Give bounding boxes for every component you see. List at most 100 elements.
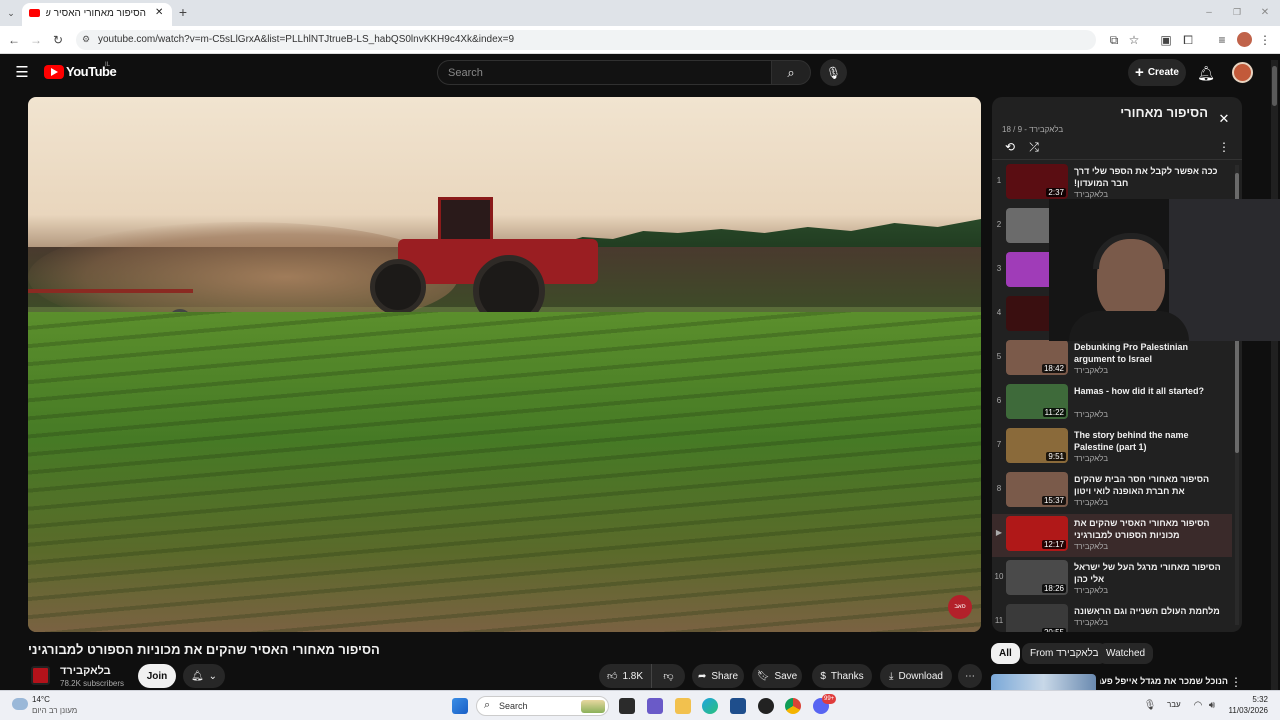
playlist-item-thumbnail[interactable]: 15:37 bbox=[1006, 472, 1068, 507]
store-icon[interactable] bbox=[730, 698, 746, 714]
share-button[interactable]: ➦ Share bbox=[692, 664, 744, 688]
mic-tray-icon[interactable]: 🎙︎ bbox=[1144, 698, 1157, 712]
playlist-item-title[interactable]: ככה אפשר לקבל את הספר שלי דרך חבר המועדו… bbox=[1074, 165, 1224, 189]
back-icon[interactable]: ← bbox=[6, 32, 22, 48]
playlist-item-title[interactable]: הסיפור מאחורי האסיר שהקים את מכוניות הספ… bbox=[1074, 517, 1224, 541]
playlist-title[interactable]: הסיפור מאחורי bbox=[1002, 105, 1208, 120]
windows-start-icon[interactable] bbox=[452, 698, 468, 714]
playlist-item-title[interactable]: הסיפור מאחורי מרגל העל של ישראל אלי כהן bbox=[1074, 561, 1224, 585]
file-explorer-icon[interactable] bbox=[675, 698, 691, 714]
next-video-title[interactable]: הנוכל שמכר את מגדל אייפל פעמיים | bbox=[1100, 676, 1228, 686]
create-button[interactable]: + Create bbox=[1128, 59, 1186, 86]
download-button[interactable]: ⤓ Download bbox=[880, 664, 952, 688]
playlist-item-channel[interactable]: בלאקבירד bbox=[1074, 498, 1108, 507]
search-input[interactable]: Search bbox=[437, 60, 772, 85]
bookmark-star-icon[interactable]: ☆ bbox=[1126, 32, 1142, 48]
browser-profile-avatar[interactable] bbox=[1237, 32, 1252, 47]
playlist-item-title[interactable]: מלחמת העולם השנייה וגם הראשונה bbox=[1074, 605, 1224, 617]
playlist-item-channel[interactable]: בלאקבירד bbox=[1074, 410, 1108, 419]
weather-desc[interactable]: מעונן רב היום bbox=[32, 706, 77, 715]
cast-icon[interactable]: ⧉ bbox=[1106, 32, 1122, 48]
playlist-item-title[interactable]: Hamas - how did it all started? bbox=[1074, 385, 1224, 397]
chip-all[interactable]: All bbox=[991, 643, 1020, 664]
site-info-icon[interactable]: ⚙ bbox=[82, 34, 90, 45]
playlist-item-channel[interactable]: בלאקבירד bbox=[1074, 454, 1108, 463]
video-player[interactable]: סאב bbox=[28, 97, 981, 632]
media-control-icon[interactable]: ≡ bbox=[1214, 32, 1230, 48]
reload-icon[interactable]: ↻ bbox=[50, 32, 66, 48]
playlist-item-title[interactable]: הסיפור מאחורי חסר הבית שהקים את חברת האו… bbox=[1074, 473, 1224, 497]
input-language[interactable]: עבר bbox=[1167, 700, 1181, 709]
playlist-item-channel[interactable]: בלאקבירד bbox=[1074, 366, 1108, 375]
chip-from-channel[interactable]: From בלאקבירד bbox=[1022, 643, 1107, 664]
extension-icon[interactable]: ▣ bbox=[1158, 32, 1174, 48]
playlist-item-thumbnail[interactable]: 9:51 bbox=[1006, 428, 1068, 463]
playlist-item-thumbnail[interactable]: 2:37 bbox=[1006, 164, 1068, 199]
playlist-more-icon[interactable]: ⋮ bbox=[1218, 139, 1230, 155]
channel-name[interactable]: בלאקבירד bbox=[60, 665, 111, 677]
window-close-icon[interactable]: ✕ bbox=[1258, 5, 1272, 19]
playlist-item-channel[interactable]: בלאקבירד bbox=[1074, 618, 1108, 627]
playlist-close-icon[interactable]: ✕ bbox=[1216, 111, 1232, 127]
next-video-thumbnail[interactable] bbox=[991, 674, 1096, 690]
notifications-bell-icon[interactable]: 🔔︎ bbox=[1196, 63, 1216, 83]
volume-icon[interactable]: 🔊︎ bbox=[1206, 698, 1218, 712]
forward-icon[interactable]: → bbox=[28, 32, 44, 48]
taskbar-search-box[interactable]: ⌕ Search bbox=[476, 696, 609, 716]
save-button[interactable]: 🔖︎ Save bbox=[752, 664, 802, 688]
playlist-item-thumbnail[interactable]: 11:22 bbox=[1006, 384, 1068, 419]
url-field[interactable]: ⚙ youtube.com/watch?v=m-C5sLlGrxA&list=P… bbox=[76, 30, 1096, 50]
playlist-item-thumbnail[interactable]: 18:26 bbox=[1006, 560, 1068, 595]
edge-icon[interactable] bbox=[702, 698, 718, 714]
wifi-icon[interactable]: ◠ bbox=[1192, 698, 1204, 712]
shuffle-icon[interactable]: ⤮ bbox=[1026, 139, 1042, 155]
playlist-item-thumbnail[interactable]: 20:55 bbox=[1006, 604, 1068, 632]
dislike-button[interactable]: 👎︎ bbox=[651, 664, 685, 688]
hamburger-menu-icon[interactable]: ☰ bbox=[14, 64, 30, 81]
search-button[interactable]: ⌕ bbox=[771, 60, 811, 85]
subscribed-notifications-button[interactable]: 🔔︎ ⌄ bbox=[183, 664, 225, 688]
extensions-puzzle-icon[interactable]: ⧠ bbox=[1180, 32, 1196, 48]
playlist-item[interactable]: 11 20:55 מלחמת העולם השנייה וגם הראשונהבלא… bbox=[992, 602, 1232, 632]
youtube-logo-icon[interactable] bbox=[44, 65, 64, 79]
teams-icon[interactable] bbox=[647, 698, 663, 714]
like-button[interactable]: 👍︎ 1.8K bbox=[599, 664, 651, 688]
minimize-icon[interactable]: – bbox=[1202, 5, 1216, 19]
new-tab-icon[interactable]: + bbox=[176, 4, 190, 20]
obs-icon[interactable] bbox=[758, 698, 774, 714]
next-video-more-icon[interactable]: ⋮ bbox=[1230, 675, 1242, 689]
browser-menu-icon[interactable]: ⋮ bbox=[1258, 32, 1272, 48]
user-avatar[interactable] bbox=[1232, 62, 1253, 83]
more-actions-button[interactable]: ⋯ bbox=[958, 664, 982, 688]
task-view-icon[interactable] bbox=[619, 698, 635, 714]
tab-close-icon[interactable]: ✕ bbox=[155, 7, 163, 18]
maximize-icon[interactable]: ❐ bbox=[1230, 5, 1244, 19]
weather-temp[interactable]: 14°C bbox=[32, 695, 50, 704]
playlist-item-channel[interactable]: בלאקבירד bbox=[1074, 190, 1108, 199]
playlist-item[interactable]: 8 15:37 הסיפור מאחורי חסר הבית שהקים את חב… bbox=[992, 470, 1232, 513]
tab-search-icon[interactable]: ⌄ bbox=[4, 6, 18, 20]
playlist-item[interactable]: 10 18:26 הסיפור מאחורי מרגל העל של ישראל א… bbox=[992, 558, 1232, 601]
page-scrollbar[interactable] bbox=[1271, 60, 1278, 690]
voice-search-icon[interactable]: 🎙︎ bbox=[820, 59, 847, 86]
playlist-item[interactable]: 6 11:22 Hamas - how did it all started? בלא… bbox=[992, 382, 1232, 425]
playlist-item-title[interactable]: Debunking Pro Palestinian argument to Is… bbox=[1074, 341, 1224, 365]
playlist-item-thumbnail[interactable]: 18:42 bbox=[1006, 340, 1068, 375]
channel-watermark[interactable]: סאב bbox=[948, 595, 972, 619]
join-button[interactable]: Join bbox=[138, 664, 176, 688]
weather-cloud-icon[interactable] bbox=[12, 698, 28, 710]
playlist-item-title[interactable]: The story behind the name Palestine (par… bbox=[1074, 429, 1224, 453]
browser-tab[interactable]: הסיפור מאחורי האסיר שה... ✕ bbox=[22, 3, 172, 26]
thanks-button[interactable]: $ Thanks bbox=[812, 664, 872, 688]
playlist-item-channel[interactable]: בלאקבירד bbox=[1074, 586, 1108, 595]
playlist-item[interactable]: ▶ 12:17 הסיפור מאחורי האסיר שהקים את מכוני… bbox=[992, 514, 1232, 557]
chrome-icon[interactable] bbox=[785, 698, 801, 714]
playlist-item[interactable]: 5 18:42 Debunking Pro Palestinian argument… bbox=[992, 338, 1232, 381]
channel-avatar[interactable] bbox=[31, 666, 50, 685]
clock-time[interactable]: 5:32 bbox=[1218, 695, 1268, 704]
page-scrollbar-thumb[interactable] bbox=[1272, 66, 1277, 106]
chip-watched[interactable]: Watched bbox=[1098, 643, 1154, 664]
playlist-item-thumbnail[interactable]: 12:17 bbox=[1006, 516, 1068, 551]
loop-icon[interactable]: ⟲ bbox=[1002, 139, 1018, 155]
playlist-item-channel[interactable]: בלאקבירד bbox=[1074, 542, 1108, 551]
